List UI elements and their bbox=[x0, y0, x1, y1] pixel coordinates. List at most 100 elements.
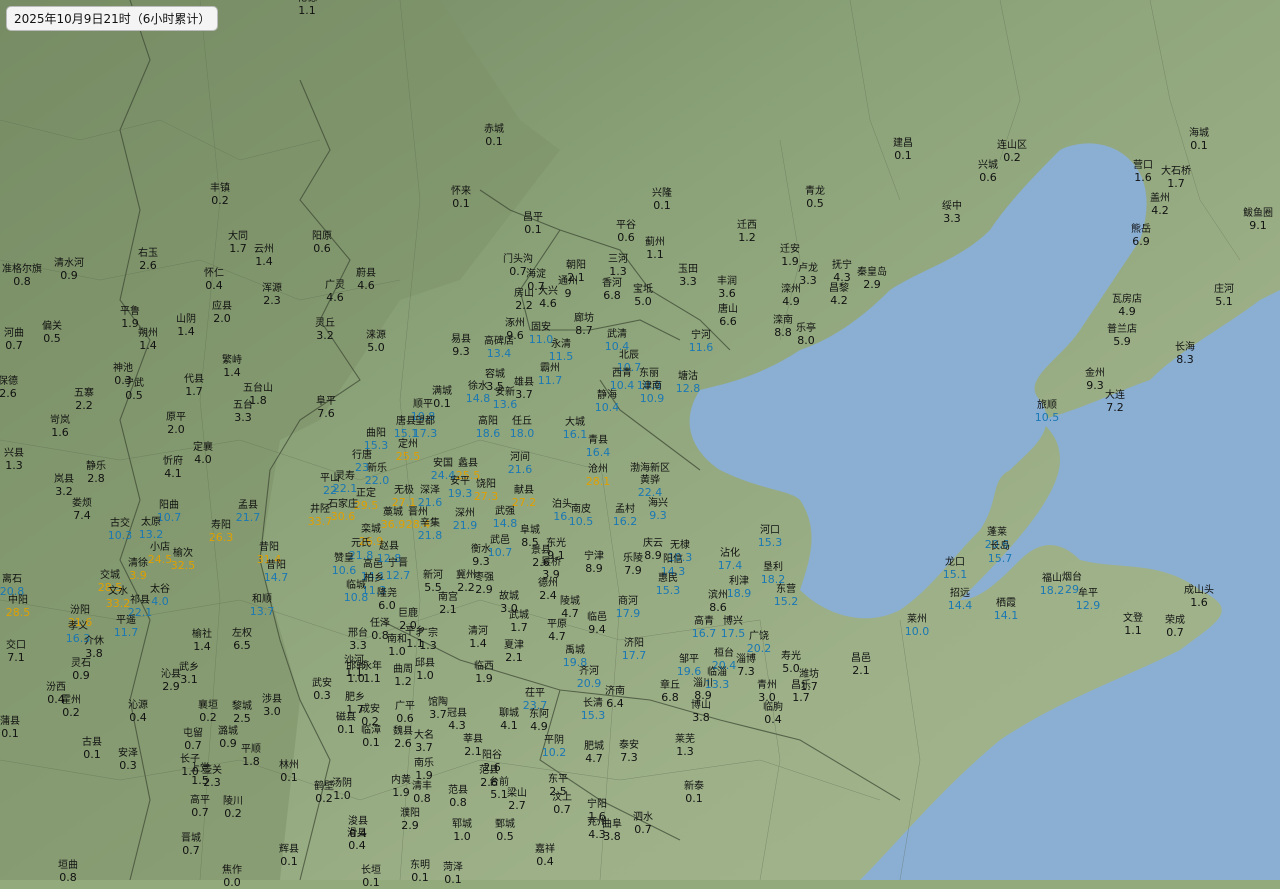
rainfall-value: 10.5 bbox=[1034, 411, 1060, 424]
rainfall-value: 0.6 bbox=[313, 242, 331, 255]
station-marker: 无棣 10.3 bbox=[668, 540, 693, 564]
station-marker: 潍坊 1.7 bbox=[799, 669, 819, 693]
rainfall-value: 3.7 bbox=[429, 708, 447, 721]
rainfall-value: 4.0 bbox=[151, 595, 169, 608]
rainfall-value: 11.7 bbox=[113, 626, 139, 639]
station-marker: 济南 6.4 bbox=[605, 686, 625, 710]
station-marker: 蔚县 4.6 bbox=[356, 268, 376, 292]
rainfall-value: 3.0 bbox=[263, 705, 281, 718]
rainfall-value: 1.9 bbox=[415, 769, 433, 782]
station-marker: 馆陶 3.7 bbox=[428, 697, 448, 721]
rainfall-value: 1.1 bbox=[345, 666, 363, 679]
rainfall-value: 1.2 bbox=[394, 675, 412, 688]
rainfall-value: 1.4 bbox=[139, 339, 157, 352]
rainfall-value: 10.8 bbox=[410, 410, 436, 423]
station-name: 阳谷 bbox=[482, 750, 502, 761]
station-marker: 荣成 0.7 bbox=[1165, 615, 1185, 639]
station-marker: 郓城 1.0 bbox=[452, 819, 472, 843]
station-marker: 长清 15.3 bbox=[581, 698, 606, 722]
station-marker: 盖州 4.2 bbox=[1150, 193, 1170, 217]
station-name: 唐县 bbox=[396, 416, 416, 427]
station-marker: 营口 1.6 bbox=[1133, 160, 1153, 184]
rainfall-value: 16.2 bbox=[612, 515, 638, 528]
rainfall-value: 9.6 bbox=[506, 329, 524, 342]
rainfall-value: 9.1 bbox=[1249, 219, 1267, 232]
station-marker: 大石桥 1.7 bbox=[1161, 166, 1191, 190]
station-marker: 西青 10.4 bbox=[610, 368, 635, 392]
station-marker: 沾化 17.4 bbox=[718, 548, 743, 572]
rainfall-value: 10.3 bbox=[107, 529, 133, 542]
station-marker: 东明 0.1 bbox=[410, 860, 430, 884]
station-name: 顺平 bbox=[413, 399, 433, 410]
station-marker: 北辰 10.7 bbox=[617, 350, 642, 374]
station-marker: 大同 1.7 bbox=[228, 231, 248, 255]
rainfall-value: 21.6 bbox=[507, 463, 533, 476]
rainfall-value: 2.1 bbox=[464, 745, 482, 758]
station-name: 长清 bbox=[583, 698, 603, 709]
station-name: 平乡 bbox=[405, 626, 425, 637]
station-marker: 朝阳 2.1 bbox=[566, 260, 586, 284]
station-marker: 大城 16.1 bbox=[563, 417, 588, 441]
station-name: 任泽 bbox=[370, 618, 390, 629]
station-name: 营口 bbox=[1133, 160, 1153, 171]
station-marker: 平山 22 bbox=[320, 473, 340, 497]
station-marker: 汾阳 31.6 bbox=[68, 605, 93, 629]
station-marker: 汤阴 1.0 bbox=[332, 778, 352, 802]
station-name: 抚宁 bbox=[832, 260, 852, 271]
rainfall-value: 24.5 bbox=[147, 553, 173, 566]
station-marker: 汶上 0.7 bbox=[552, 792, 572, 816]
station-name: 繁峙 bbox=[222, 355, 242, 366]
rainfall-value: 15.7 bbox=[987, 552, 1013, 565]
station-name: 招远 bbox=[950, 588, 970, 599]
rainfall-value: 11.0 bbox=[528, 333, 554, 346]
rainfall-value: 0.7 bbox=[191, 806, 209, 819]
station-marker: 绥中 3.3 bbox=[942, 201, 962, 225]
rainfall-value: 4.9 bbox=[1118, 305, 1136, 318]
station-marker: 魏县 2.6 bbox=[393, 726, 413, 750]
station-name: 河间 bbox=[510, 452, 530, 463]
station-marker: 榆社 1.4 bbox=[192, 629, 212, 653]
rainfall-value: 0.4 bbox=[129, 711, 147, 724]
station-marker: 临邑 9.4 bbox=[587, 612, 607, 636]
station-marker: 石家庄 30.6 bbox=[328, 499, 358, 523]
station-name: 邯郸 bbox=[346, 661, 366, 672]
station-marker: 高青 16.7 bbox=[692, 616, 717, 640]
rainfall-value: 0.9 bbox=[72, 669, 90, 682]
station-marker: 河曲 0.7 bbox=[4, 328, 24, 352]
rainfall-value: 0.4 bbox=[764, 713, 782, 726]
rainfall-value: 10.4 bbox=[594, 401, 620, 414]
station-marker: 海兴 9.3 bbox=[648, 498, 668, 522]
rainfall-value: 1.7 bbox=[229, 242, 247, 255]
station-marker: 东光 9.1 bbox=[546, 538, 566, 562]
rainfall-value: 14.4 bbox=[947, 599, 973, 612]
station-name: 岢岚 bbox=[50, 415, 70, 426]
station-marker: 孟村 16.2 bbox=[613, 504, 638, 528]
station-marker: 古交 10.3 bbox=[108, 518, 133, 542]
map-title: 2025年10月9日21时（6小时累计） bbox=[6, 6, 219, 31]
station-name: 焦作 bbox=[222, 865, 242, 876]
rainfall-value: 1.5 bbox=[191, 774, 209, 787]
station-name: 长海 bbox=[1175, 342, 1195, 353]
station-name: 兖州 bbox=[587, 817, 607, 828]
rainfall-value: 0.7 bbox=[184, 739, 202, 752]
station-name: 偏关 bbox=[42, 321, 62, 332]
rainfall-value: 7.9 bbox=[624, 564, 642, 577]
station-marker: 熊岳 6.9 bbox=[1131, 224, 1151, 248]
station-marker: 阳信 14.3 bbox=[661, 554, 686, 578]
station-marker: 太谷 4.0 bbox=[150, 584, 170, 608]
rainfall-value: 12.9 bbox=[1075, 599, 1101, 612]
station-marker: 沙河 1.1 bbox=[344, 655, 364, 679]
station-marker: 平谷 0.6 bbox=[616, 220, 636, 244]
rainfall-value: 3.2 bbox=[316, 329, 334, 342]
station-marker: 门头沟 0.7 bbox=[503, 254, 533, 278]
station-marker: 香河 6.8 bbox=[602, 278, 622, 302]
station-name: 香河 bbox=[602, 278, 622, 289]
rainfall-value: 0.4 bbox=[47, 693, 65, 706]
station-name: 清河 bbox=[468, 626, 488, 637]
station-name: 平顺 bbox=[241, 744, 261, 755]
rainfall-value: 0.8 bbox=[449, 796, 467, 809]
station-name: 文水 bbox=[108, 586, 128, 597]
station-marker: 海淀 0.7 bbox=[526, 269, 546, 293]
rainfall-value: 1.8 bbox=[242, 755, 260, 768]
station-name: 保德 bbox=[0, 376, 18, 387]
